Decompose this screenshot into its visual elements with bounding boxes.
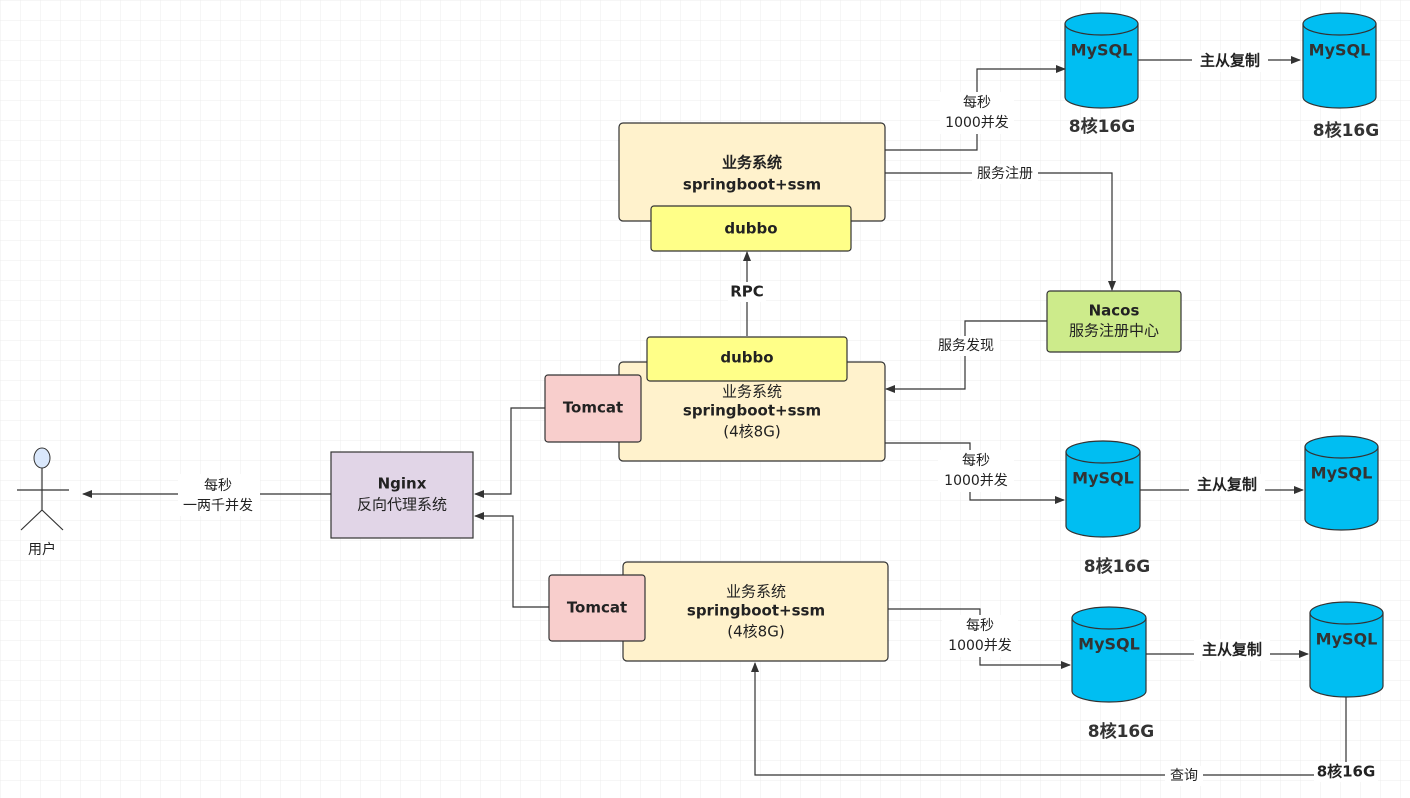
biz-stack: springboot+ssm: [683, 402, 821, 420]
edge-user-label-2: 一两千并发: [183, 498, 253, 514]
nginx-label: Nginx: [378, 475, 427, 493]
qps-label-2: 1000并发: [945, 115, 1009, 131]
cylinder-body: [1064, 12, 1139, 109]
biz-title: 业务系统: [726, 583, 786, 601]
qps-label-2: 1000并发: [944, 473, 1008, 489]
mysql-db-4[interactable]: MySQL: [1304, 435, 1379, 531]
mysql-spec-6: 8核16G: [1317, 763, 1376, 781]
mysql-spec-5: 8核16G: [1088, 721, 1154, 742]
mysql-db-1[interactable]: MySQL: [1064, 12, 1139, 109]
mysql-label: MySQL: [1309, 41, 1371, 60]
nginx-desc: 反向代理系统: [357, 496, 447, 514]
tomcat-label: Tomcat: [567, 599, 627, 617]
biz-spec: (4核8G): [727, 623, 784, 641]
mysql-db-6[interactable]: MySQL: [1309, 601, 1384, 698]
mysql-label: MySQL: [1072, 469, 1134, 488]
nacos-desc: 服务注册中心: [1069, 322, 1159, 340]
mysql-label: MySQL: [1078, 635, 1140, 654]
cylinder-body: [1309, 601, 1384, 698]
mysql-db-2[interactable]: MySQL: [1302, 12, 1377, 109]
nacos-node[interactable]: Nacos 服务注册中心: [1046, 290, 1182, 353]
biz-system-top[interactable]: 业务系统 springboot+ssm dubbo: [618, 122, 886, 252]
dubbo-label: dubbo: [720, 349, 773, 367]
nginx-node[interactable]: Nginx 反向代理系统: [330, 451, 474, 539]
qps-label-2: 1000并发: [948, 638, 1012, 654]
biz-spec: (4核8G): [723, 423, 780, 441]
dubbo-label: dubbo: [724, 220, 777, 238]
qps-label-1: 每秒: [963, 95, 991, 111]
mysql-spec-2: 8核16G: [1313, 120, 1379, 141]
mysql-label: MySQL: [1311, 464, 1373, 483]
biz-stack: springboot+ssm: [683, 176, 821, 194]
tomcat-label: Tomcat: [563, 399, 623, 417]
cylinder-body: [1065, 440, 1141, 538]
qps-label-1: 每秒: [962, 453, 990, 469]
architecture-diagram: 用户 每秒 一两千并发 RPC 每秒 1000并发 服务注册 服务发现 主从复制…: [0, 0, 1410, 798]
mysql-label: MySQL: [1071, 41, 1133, 60]
rpc-label: RPC: [730, 283, 764, 301]
nacos-label: Nacos: [1089, 302, 1140, 320]
biz-title: 业务系统: [722, 383, 782, 401]
actor-head: [33, 447, 51, 469]
replication-label-1: 主从复制: [1200, 52, 1260, 70]
actor-label: 用户: [28, 541, 56, 558]
replication-label-3: 主从复制: [1202, 641, 1262, 659]
discover-label: 服务发现: [938, 338, 994, 354]
register-label: 服务注册: [977, 166, 1033, 182]
qps-label-1: 每秒: [966, 618, 994, 634]
cylinder-body: [1071, 606, 1147, 703]
mysql-db-5[interactable]: MySQL: [1071, 606, 1147, 703]
edge-user-label-1: 每秒: [204, 478, 232, 494]
mysql-spec-3: 8核16G: [1084, 556, 1150, 577]
biz-title: 业务系统: [722, 154, 782, 172]
cylinder-body: [1302, 12, 1377, 109]
mysql-db-3[interactable]: MySQL: [1065, 440, 1141, 538]
mysql-spec-1: 8核16G: [1069, 116, 1135, 137]
query-label: 查询: [1170, 768, 1198, 784]
biz-stack: springboot+ssm: [687, 602, 825, 620]
cylinder-body: [1304, 435, 1379, 531]
replication-label-2: 主从复制: [1197, 476, 1257, 494]
mysql-label: MySQL: [1316, 630, 1378, 649]
